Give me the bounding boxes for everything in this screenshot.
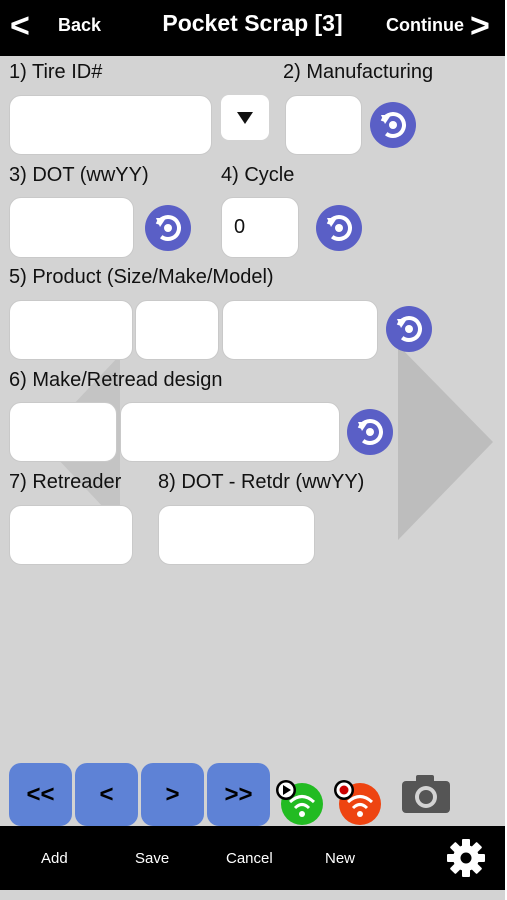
tire-id-label: 1) Tire ID# bbox=[9, 61, 103, 83]
manufacturing-field[interactable] bbox=[285, 95, 362, 155]
product-label: 5) Product (Size/Make/Model) bbox=[9, 266, 274, 288]
save-button[interactable]: Save bbox=[135, 850, 169, 867]
product-make-field[interactable] bbox=[135, 300, 219, 360]
add-button[interactable]: Add bbox=[41, 850, 68, 867]
background-arrow-right-icon bbox=[398, 345, 493, 540]
product-model-field[interactable] bbox=[222, 300, 378, 360]
reset-icon bbox=[155, 215, 181, 242]
cycle-reset-button[interactable] bbox=[316, 205, 362, 251]
cycle-label: 4) Cycle bbox=[221, 164, 295, 186]
continue-button[interactable]: Continue bbox=[386, 15, 464, 36]
cancel-button[interactable]: Cancel bbox=[226, 850, 273, 867]
previous-record-button[interactable]: < bbox=[75, 763, 138, 826]
next-record-button[interactable]: > bbox=[141, 763, 204, 826]
reset-icon bbox=[326, 215, 352, 242]
camera-icon[interactable] bbox=[402, 775, 450, 813]
new-button[interactable]: New bbox=[325, 850, 355, 867]
bottom-toolbar: Add Save Cancel New bbox=[0, 826, 505, 890]
dot-retdr-label: 8) DOT - Retdr (wwYY) bbox=[158, 471, 365, 493]
product-reset-button[interactable] bbox=[386, 306, 432, 352]
retread-make-field[interactable] bbox=[9, 402, 117, 462]
manufacturing-reset-button[interactable] bbox=[370, 102, 416, 148]
reset-icon bbox=[396, 316, 422, 342]
dot-label: 3) DOT (wwYY) bbox=[9, 164, 149, 186]
reset-icon bbox=[357, 419, 383, 445]
retreader-label: 7) Retreader bbox=[9, 471, 122, 493]
product-size-field[interactable] bbox=[9, 300, 133, 360]
manufacturing-label: 2) Manufacturing bbox=[283, 61, 434, 83]
retread-design-field[interactable] bbox=[120, 402, 340, 462]
tire-id-field[interactable] bbox=[9, 95, 212, 155]
app-screen: < Back Pocket Scrap [3] Continue > 1) Ti… bbox=[0, 0, 505, 900]
chevron-right-icon[interactable]: > bbox=[470, 6, 490, 46]
wifi-record-icon[interactable] bbox=[334, 778, 382, 826]
dot-field[interactable] bbox=[9, 197, 134, 258]
gear-icon[interactable] bbox=[446, 838, 486, 878]
retread-reset-button[interactable] bbox=[347, 409, 393, 455]
dot-retdr-field[interactable] bbox=[158, 505, 315, 565]
first-record-button[interactable]: << bbox=[9, 763, 72, 826]
retreader-field[interactable] bbox=[9, 505, 133, 565]
dropdown-arrow-icon bbox=[237, 111, 253, 124]
dot-reset-button[interactable] bbox=[145, 205, 191, 251]
last-record-button[interactable]: >> bbox=[207, 763, 270, 826]
reset-icon bbox=[380, 112, 406, 138]
top-navigation-bar: < Back Pocket Scrap [3] Continue > bbox=[0, 0, 505, 56]
tire-id-dropdown-button[interactable] bbox=[221, 95, 269, 140]
retread-design-label: 6) Make/Retread design bbox=[9, 369, 223, 391]
wifi-play-icon[interactable] bbox=[276, 778, 324, 826]
cycle-field[interactable]: 0 bbox=[221, 197, 299, 258]
